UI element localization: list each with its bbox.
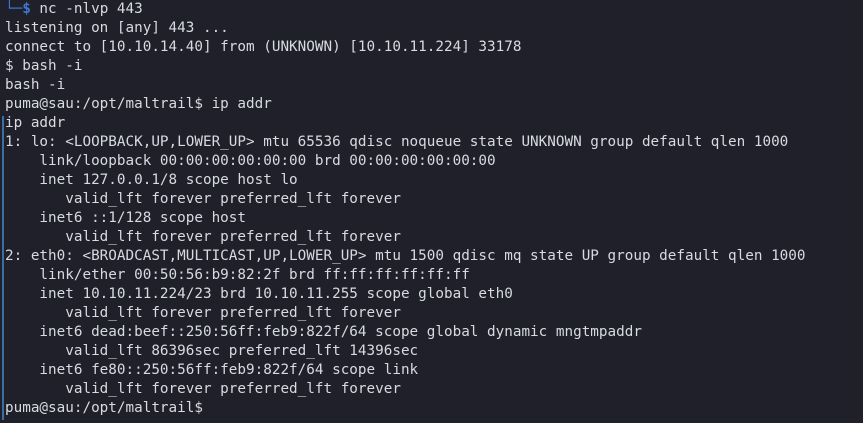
terminal-line: listening on [any] 443 ... — [5, 20, 229, 36]
output-gutter-bar — [2, 116, 4, 420]
shell-prompt-line[interactable]: puma@sau:/opt/maltrail$ — [5, 399, 203, 418]
terminal-line: inet6 dead:beef::250:56ff:feb9:822f/64 s… — [5, 324, 642, 340]
terminal-line: link/ether 00:50:56:b9:82:2f brd ff:ff:f… — [5, 267, 470, 283]
terminal-line: valid_lft forever preferred_lft forever — [5, 229, 401, 245]
terminal-line: bash -i — [5, 77, 66, 93]
terminal-line: inet 10.10.11.224/23 brd 10.10.11.255 sc… — [5, 286, 513, 302]
terminal-line: valid_lft forever preferred_lft forever — [5, 381, 401, 397]
terminal-line: valid_lft forever preferred_lft forever — [5, 191, 401, 207]
terminal-line: inet6 fe80::250:56ff:feb9:822f/64 scope … — [5, 362, 419, 378]
terminal-line: ip addr — [5, 115, 66, 131]
command-text: nc -nlvp 443 — [30, 1, 143, 17]
terminal-line: inet 127.0.0.1/8 scope host lo — [5, 172, 298, 188]
prompt-dollar: $ — [22, 1, 31, 17]
terminal-line: inet6 ::1/128 scope host — [5, 210, 247, 226]
terminal-line: $ bash -i — [5, 58, 83, 74]
terminal-line: puma@sau:/opt/maltrail$ ip addr — [5, 96, 272, 112]
terminal-line: link/loopback 00:00:00:00:00:00 brd 00:0… — [5, 153, 496, 169]
terminal-line: 1: lo: <LOOPBACK,UP,LOWER_UP> mtu 65536 … — [5, 134, 789, 150]
terminal-line: 2: eth0: <BROADCAST,MULTICAST,UP,LOWER_U… — [5, 248, 806, 264]
terminal-line: connect to [10.10.14.40] from (UNKNOWN) … — [5, 39, 522, 55]
terminal-window[interactable]: └─$ nc -nlvp 443 listening on [any] 443 … — [0, 0, 863, 423]
prompt-line: └─$ nc -nlvp 443 — [5, 0, 143, 19]
terminal-line: valid_lft forever preferred_lft forever — [5, 305, 401, 321]
terminal-line: valid_lft 86396sec preferred_lft 14396se… — [5, 343, 419, 359]
prompt-corner: └─ — [5, 1, 23, 17]
